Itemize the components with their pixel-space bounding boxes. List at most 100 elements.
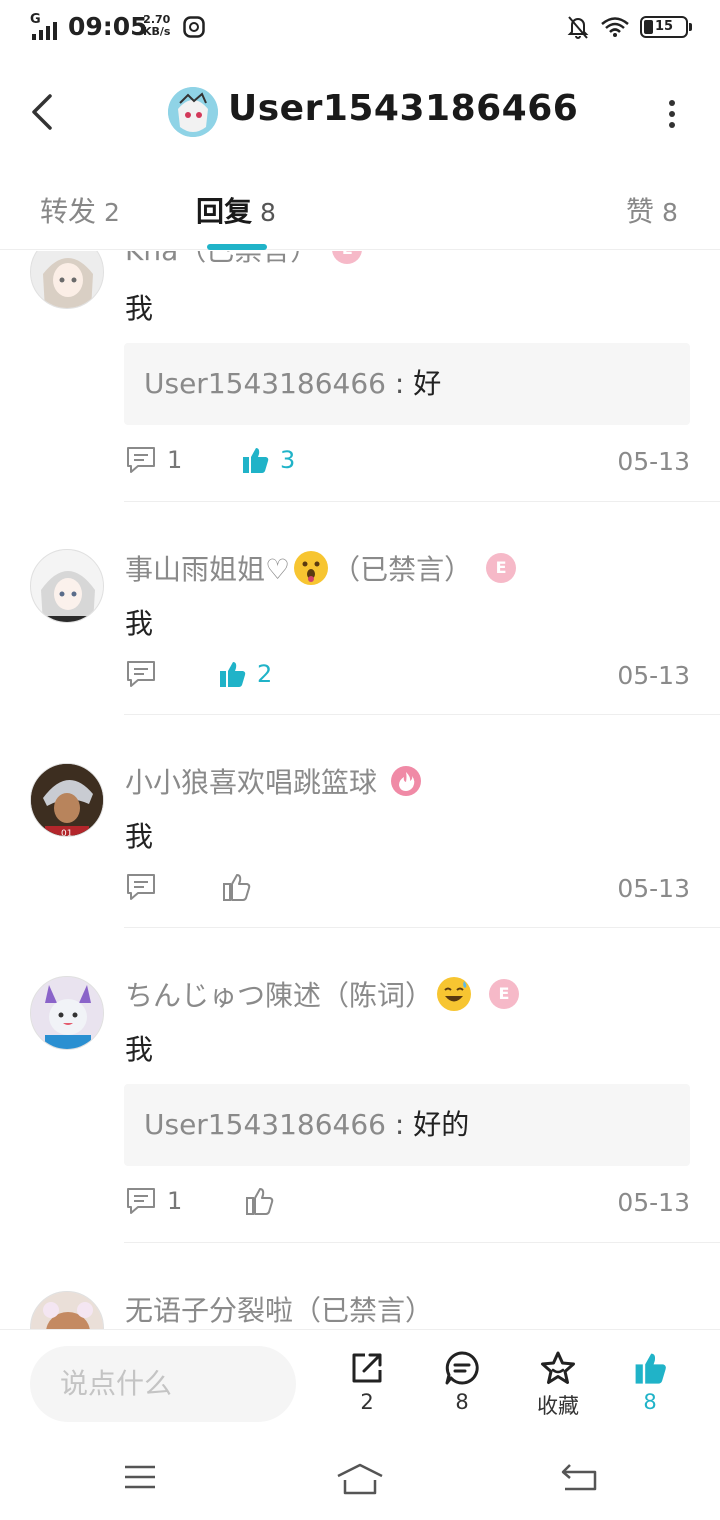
emoji-icon: [437, 977, 472, 1011]
back-icon[interactable]: [560, 1462, 598, 1492]
tab-count: 2: [104, 198, 120, 227]
user-avatar[interactable]: 01: [30, 763, 104, 837]
comment-actions: 2 05-13: [125, 659, 690, 695]
reply-count: 1: [167, 1187, 183, 1215]
speed-unit: KB/s: [143, 25, 171, 38]
header: User1543186466: [0, 60, 720, 164]
tab-label: 转发: [40, 195, 97, 228]
clock: 09:05: [68, 12, 148, 41]
reply-button[interactable]: [125, 872, 167, 902]
comment-item: ちんじゅつ陳述（陈词） E 我 User1543186466 : 好的 1 05…: [0, 928, 720, 1243]
comment-text: 我: [125, 607, 154, 640]
thumbs-up-icon: [220, 662, 246, 687]
quoted-reply[interactable]: User1543186466 : 好的: [124, 1084, 690, 1166]
like-count: 2: [257, 660, 273, 688]
user-avatar[interactable]: [30, 251, 104, 309]
network-speed: 2.70 KB/s: [143, 14, 170, 38]
repost-button[interactable]: 2: [337, 1350, 397, 1414]
comment-item: Kna（已禁言） E 我 User1543186466 : 好 1 3 05-1…: [0, 251, 720, 502]
more-options-icon[interactable]: [668, 100, 676, 128]
user-name[interactable]: 小小狼喜欢唱跳篮球: [125, 761, 422, 801]
quoted-reply[interactable]: User1543186466 : 好: [124, 343, 690, 425]
svg-text:01: 01: [61, 829, 72, 837]
like-count: 3: [280, 446, 296, 474]
user-avatar[interactable]: [30, 976, 104, 1050]
like-button[interactable]: [221, 872, 261, 902]
reply-count: 1: [167, 446, 183, 474]
active-tab-indicator: [207, 244, 267, 250]
tab-label: 回复: [196, 195, 253, 228]
comment-text: 我: [125, 820, 154, 853]
quoted-text: 好: [413, 367, 442, 400]
tab-count: 8: [662, 198, 678, 227]
quoted-text: 好的: [413, 1108, 470, 1141]
user-name-text: 事山雨姐姐♡: [125, 553, 291, 586]
user-name[interactable]: 事山雨姐姐♡ （已禁言） E: [125, 548, 517, 588]
author-avatar[interactable]: [168, 87, 218, 137]
user-name[interactable]: Kna（已禁言） E: [125, 251, 363, 269]
tab-repost[interactable]: 转发 2: [40, 190, 120, 230]
status-bar: G 09:05 2.70 KB/s 15: [0, 0, 720, 56]
quoted-user[interactable]: User1543186466: [144, 1108, 386, 1141]
comment-text: 我: [125, 292, 154, 325]
star-icon: [541, 1351, 575, 1384]
like-button[interactable]: 3: [240, 445, 295, 475]
repost-count: 2: [360, 1390, 374, 1414]
level-badge: E: [486, 553, 517, 583]
quoted-user[interactable]: User1543186466: [144, 367, 386, 400]
chat-bubble-icon: [445, 1351, 479, 1385]
tab-label: 赞: [626, 195, 655, 228]
comment-text: 我: [125, 1033, 154, 1066]
muted-status: （已禁言）: [332, 553, 473, 586]
app-notification-icon: [183, 16, 205, 38]
quote-separator: :: [385, 367, 414, 400]
reply-button[interactable]: 1: [125, 445, 182, 475]
comment-count: 8: [455, 1390, 469, 1414]
comment-list[interactable]: Kna（已禁言） E 我 User1543186466 : 好 1 3 05-1…: [0, 251, 720, 1329]
user-avatar[interactable]: [30, 1291, 104, 1329]
comment-button[interactable]: 8: [432, 1350, 492, 1414]
reply-button[interactable]: [125, 659, 167, 689]
comment-date: 05-13: [617, 874, 690, 903]
comment-item: 事山雨姐姐♡ （已禁言） E 我 2 05-13: [0, 502, 720, 715]
comment-icon: [127, 661, 155, 687]
like-post-button[interactable]: 8: [620, 1350, 680, 1414]
comment-actions: 05-13: [125, 872, 690, 908]
user-name[interactable]: 无语子分裂啦（已禁言）: [125, 1289, 433, 1329]
thumbs-up-filled-icon: [635, 1353, 666, 1384]
comment-input[interactable]: 说点什么: [30, 1346, 296, 1422]
user-name-text: ちんじゅつ陳述（陈词）: [125, 979, 434, 1012]
comment-icon: [127, 1188, 155, 1214]
mute-bell-icon: [567, 16, 589, 39]
comment-icon: [127, 447, 155, 473]
user-name-text: Kna（已禁言）: [125, 251, 318, 269]
level-badge: E: [489, 979, 520, 1009]
user-avatar[interactable]: [30, 549, 104, 623]
tab-like[interactable]: 赞8: [626, 190, 678, 230]
tab-count: 8: [260, 198, 276, 227]
like-button[interactable]: 2: [217, 659, 272, 689]
thumbs-up-icon: [223, 874, 251, 901]
bottom-action-bar: 说点什么 2 8 收藏 8: [0, 1329, 720, 1439]
favorite-button[interactable]: 收藏: [528, 1350, 588, 1420]
battery-level: 15: [654, 19, 674, 34]
user-name[interactable]: ちんじゅつ陳述（陈词） E: [125, 974, 520, 1014]
like-button[interactable]: [244, 1186, 284, 1216]
level-badge: E: [332, 251, 363, 264]
emoji-icon: [294, 551, 329, 585]
tab-reply[interactable]: 回复 8: [196, 190, 276, 230]
quote-separator: :: [385, 1108, 414, 1141]
thumbs-up-icon: [246, 1188, 274, 1215]
back-arrow-icon[interactable]: [28, 92, 58, 132]
signal-icon: G: [30, 12, 62, 40]
wifi-icon: [601, 17, 629, 37]
post-like-count: 8: [643, 1390, 657, 1414]
comment-item: 无语子分裂啦（已禁言）: [0, 1243, 720, 1329]
favorite-label: 收藏: [537, 1394, 579, 1418]
menu-icon[interactable]: [122, 1462, 158, 1492]
system-nav-bar: [0, 1440, 720, 1520]
home-icon[interactable]: [336, 1462, 384, 1496]
reply-button[interactable]: 1: [125, 1186, 182, 1216]
user-name-text: 无语子分裂啦（已禁言）: [125, 1294, 434, 1327]
user-name-text: 小小狼喜欢唱跳篮球: [125, 766, 378, 799]
